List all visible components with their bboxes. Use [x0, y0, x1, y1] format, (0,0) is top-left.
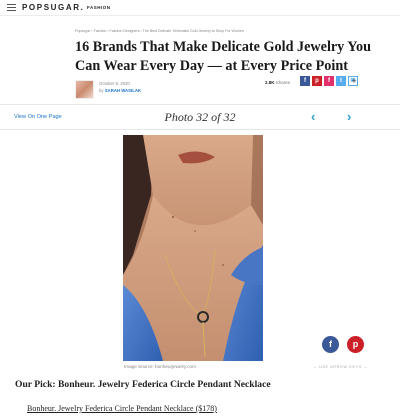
author-link[interactable]: SARAH WASILAK — [105, 88, 141, 93]
plus-icon[interactable]: + — [349, 76, 359, 86]
our-pick-heading: Our Pick: Bonheur. Jewelry Federica Circ… — [15, 379, 271, 390]
brand-section[interactable]: FASHION — [87, 5, 111, 10]
product-link[interactable]: Bonheur. Jewelry Federica Circle Pendant… — [27, 404, 217, 413]
share-count-label: Shares — [275, 80, 291, 85]
photo-counter: Photo 32 of 32 — [164, 110, 236, 124]
share-count-number: 2.8K — [265, 80, 275, 85]
share-count: 2.8K Shares — [265, 80, 290, 85]
facebook-icon[interactable]: f — [300, 76, 310, 86]
pinterest-icon[interactable]: p — [312, 76, 322, 86]
flipboard-icon[interactable]: f — [324, 76, 334, 86]
top-bar: POPSUGAR. FASHION — [0, 0, 400, 16]
author-avatar[interactable] — [75, 80, 94, 99]
gallery-photo[interactable] — [123, 135, 263, 361]
brand-logo[interactable]: POPSUGAR. — [22, 3, 84, 12]
byline: by SARAH WASILAK — [99, 88, 141, 93]
page-title: 16 Brands That Make Delicate Gold Jewelr… — [75, 39, 371, 74]
pinterest-share-icon[interactable]: p — [347, 336, 364, 353]
menu-icon[interactable] — [7, 4, 16, 11]
arrow-keys-hint: ← USE ARROW KEYS → — [313, 365, 368, 369]
gallery-nav: View On One Page Photo 32 of 32 ‹ › — [0, 104, 400, 130]
next-photo-icon[interactable]: › — [347, 109, 351, 124]
facebook-share-icon[interactable]: f — [322, 336, 339, 353]
twitter-icon[interactable]: t — [336, 76, 346, 86]
necklace-photo-illustration — [123, 135, 263, 361]
publish-date: October 9, 2020 — [99, 81, 130, 86]
previous-photo-icon[interactable]: ‹ — [311, 109, 315, 124]
image-source-caption: Image Source: bonheurjewelry.com — [124, 364, 196, 369]
breadcrumb[interactable]: Popsugar › Fashion › Fashion Designers ›… — [75, 29, 375, 33]
byline-prefix: by — [99, 88, 104, 93]
